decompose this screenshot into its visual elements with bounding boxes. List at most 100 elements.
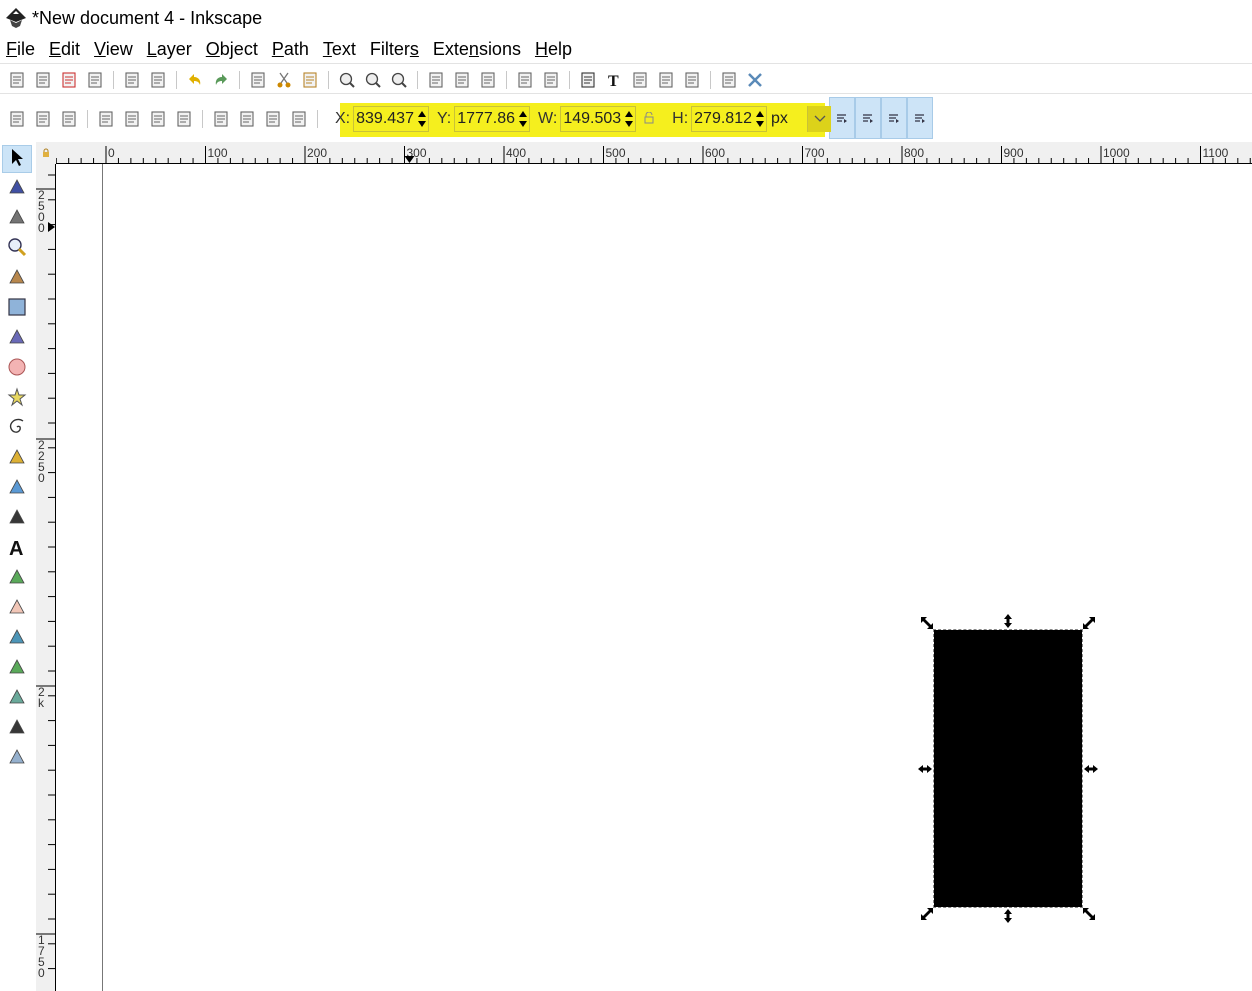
scale-handle-e[interactable] bbox=[1084, 762, 1098, 776]
mesh-tool[interactable] bbox=[2, 685, 32, 713]
scale-handle-se[interactable] bbox=[1082, 907, 1096, 921]
group-icon[interactable] bbox=[512, 68, 538, 92]
zoom-tool[interactable] bbox=[2, 235, 32, 263]
preferences-icon[interactable] bbox=[742, 68, 768, 92]
copy-icon[interactable] bbox=[245, 68, 271, 92]
menu-layer[interactable]: Layer bbox=[145, 39, 194, 60]
text-tool[interactable]: A bbox=[2, 535, 32, 563]
w-field[interactable]: 149.503 bbox=[560, 106, 637, 132]
document-properties-icon[interactable] bbox=[716, 68, 742, 92]
align-distribute-icon[interactable] bbox=[679, 68, 705, 92]
raise-icon[interactable] bbox=[260, 107, 286, 131]
dropper-tool[interactable] bbox=[2, 715, 32, 743]
ungroup-icon[interactable] bbox=[538, 68, 564, 92]
lower-icon[interactable] bbox=[234, 107, 260, 131]
xml-editor-icon[interactable] bbox=[653, 68, 679, 92]
menu-object[interactable]: Object bbox=[204, 39, 260, 60]
h-spinner[interactable] bbox=[754, 107, 766, 131]
save-icon[interactable] bbox=[56, 68, 82, 92]
3d-box-tool[interactable] bbox=[2, 325, 32, 353]
pencil-tool[interactable] bbox=[2, 445, 32, 473]
menu-text[interactable]: Text bbox=[321, 39, 358, 60]
y-spinner[interactable] bbox=[517, 107, 529, 131]
scale-handle-ne[interactable] bbox=[1082, 616, 1096, 630]
y-value[interactable]: 1777.86 bbox=[455, 110, 517, 128]
scale-handle-n[interactable] bbox=[1001, 614, 1015, 628]
duplicate-icon[interactable] bbox=[423, 68, 449, 92]
scale-handle-nw[interactable] bbox=[920, 616, 934, 630]
new-document-icon[interactable] bbox=[4, 68, 30, 92]
unit-dropdown[interactable]: px bbox=[769, 106, 831, 132]
menu-file[interactable]: File bbox=[4, 39, 37, 60]
measure-tool[interactable] bbox=[2, 265, 32, 293]
chevron-down-icon[interactable] bbox=[807, 106, 831, 132]
guide-lock-icon[interactable] bbox=[36, 142, 56, 164]
clone-icon[interactable] bbox=[449, 68, 475, 92]
export-icon[interactable] bbox=[145, 68, 171, 92]
lock-proportions-icon[interactable] bbox=[644, 111, 654, 127]
h-value[interactable]: 279.812 bbox=[692, 110, 754, 128]
zoom-selection-icon[interactable] bbox=[334, 68, 360, 92]
flip-horizontal-icon[interactable] bbox=[145, 107, 171, 131]
menu-extensions[interactable]: Extensions bbox=[431, 39, 523, 60]
y-field[interactable]: 1777.86 bbox=[454, 106, 531, 132]
paint-bucket-tool[interactable] bbox=[2, 625, 32, 653]
drawing-canvas[interactable] bbox=[56, 164, 1252, 991]
zoom-page-icon[interactable] bbox=[386, 68, 412, 92]
selected-rectangle[interactable] bbox=[933, 629, 1083, 908]
move-patterns-icon[interactable] bbox=[907, 97, 933, 139]
deselect-icon[interactable] bbox=[56, 107, 82, 131]
w-spinner[interactable] bbox=[623, 107, 635, 131]
x-value[interactable]: 839.437 bbox=[354, 110, 416, 128]
text-font-icon[interactable]: T bbox=[601, 68, 627, 92]
ellipse-tool[interactable] bbox=[2, 355, 32, 383]
import-icon[interactable] bbox=[119, 68, 145, 92]
connector-tool[interactable] bbox=[2, 745, 32, 773]
scale-stroke-icon[interactable] bbox=[829, 97, 855, 139]
scale-corners-icon[interactable] bbox=[855, 97, 881, 139]
select-all-icon[interactable] bbox=[4, 107, 30, 131]
flip-vertical-icon[interactable] bbox=[171, 107, 197, 131]
x-spinner[interactable] bbox=[416, 107, 428, 131]
fill-stroke-icon[interactable] bbox=[575, 68, 601, 92]
unlink-clone-icon[interactable] bbox=[475, 68, 501, 92]
scale-handle-w[interactable] bbox=[918, 762, 932, 776]
vertical-ruler[interactable]: 250022502k1750 bbox=[36, 164, 56, 991]
menu-edit[interactable]: Edit bbox=[47, 39, 82, 60]
rotate-ccw-icon[interactable] bbox=[93, 107, 119, 131]
star-tool[interactable] bbox=[2, 385, 32, 413]
pen-tool[interactable] bbox=[2, 475, 32, 503]
spiral-tool[interactable] bbox=[2, 415, 32, 443]
zoom-drawing-icon[interactable] bbox=[360, 68, 386, 92]
selector-tool[interactable] bbox=[2, 145, 32, 173]
redo-icon[interactable] bbox=[208, 68, 234, 92]
select-all-layers-icon[interactable] bbox=[30, 107, 56, 131]
gradient-tool[interactable] bbox=[2, 655, 32, 683]
rotate-cw-icon[interactable] bbox=[119, 107, 145, 131]
w-value[interactable]: 149.503 bbox=[561, 110, 623, 128]
tweak-tool[interactable] bbox=[2, 205, 32, 233]
spray-tool[interactable] bbox=[2, 565, 32, 593]
x-field[interactable]: 839.437 bbox=[353, 106, 429, 132]
menu-view[interactable]: View bbox=[92, 39, 135, 60]
menu-help[interactable]: Help bbox=[533, 39, 574, 60]
menu-filters[interactable]: Filters bbox=[368, 39, 421, 60]
rectangle-tool[interactable] bbox=[2, 295, 32, 323]
raise-to-top-icon[interactable] bbox=[286, 107, 312, 131]
calligraphy-tool[interactable] bbox=[2, 505, 32, 533]
undo-icon[interactable] bbox=[182, 68, 208, 92]
horizontal-ruler[interactable]: 0 100 200 300 400 500 600 700 800 900 1000 1100 bbox=[55, 142, 1252, 164]
layers-icon[interactable] bbox=[627, 68, 653, 92]
cut-icon[interactable] bbox=[271, 68, 297, 92]
lower-to-bottom-icon[interactable] bbox=[208, 107, 234, 131]
print-icon[interactable] bbox=[82, 68, 108, 92]
node-tool[interactable] bbox=[2, 175, 32, 203]
move-gradients-icon[interactable] bbox=[881, 97, 907, 139]
menu-path[interactable]: Path bbox=[270, 39, 311, 60]
h-field[interactable]: 279.812 bbox=[691, 106, 767, 132]
scale-handle-sw[interactable] bbox=[920, 907, 934, 921]
scale-handle-s[interactable] bbox=[1001, 909, 1015, 923]
paste-icon[interactable] bbox=[297, 68, 323, 92]
open-icon[interactable] bbox=[30, 68, 56, 92]
eraser-tool[interactable] bbox=[2, 595, 32, 623]
